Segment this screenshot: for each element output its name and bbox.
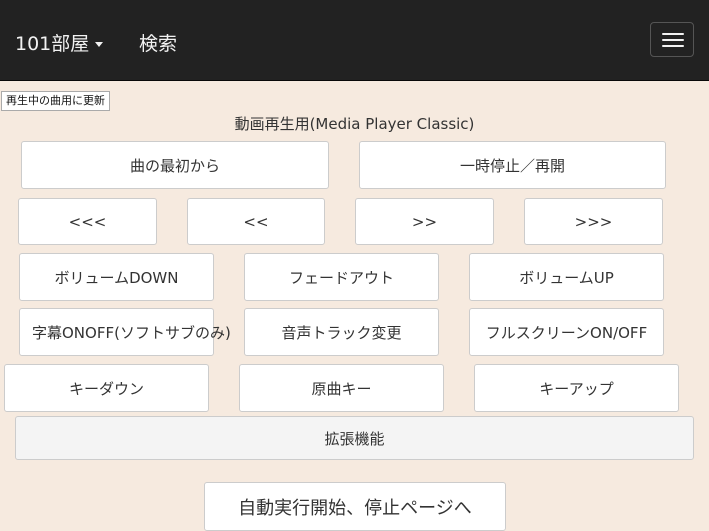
audio-track-button[interactable]: 音声トラック変更: [244, 308, 439, 356]
rewind-far-button[interactable]: <<<: [18, 198, 157, 245]
refresh-now-playing-button[interactable]: 再生中の曲用に更新: [1, 91, 110, 111]
menu-toggle-button[interactable]: [650, 22, 694, 57]
restart-song-button[interactable]: 曲の最初から: [21, 141, 329, 189]
rewind-button[interactable]: <<: [187, 198, 325, 245]
volume-up-button[interactable]: ボリュームUP: [469, 253, 664, 301]
forward-far-button[interactable]: >>>: [524, 198, 663, 245]
key-down-button[interactable]: キーダウン: [4, 364, 209, 412]
extensions-button[interactable]: 拡張機能: [15, 416, 694, 460]
room-label: 101部屋: [15, 33, 90, 55]
navbar: 101部屋 検索: [0, 0, 709, 81]
search-link[interactable]: 検索: [139, 29, 177, 56]
fade-out-button[interactable]: フェードアウト: [244, 253, 439, 301]
section-title: 動画再生用(Media Player Classic): [234, 115, 475, 133]
caret-down-icon: [95, 42, 104, 47]
original-key-button[interactable]: 原曲キー: [239, 364, 444, 412]
room-dropdown[interactable]: 101部屋: [15, 29, 104, 56]
auto-run-page-button[interactable]: 自動実行開始、停止ページへ: [204, 482, 506, 531]
volume-down-button[interactable]: ボリュームDOWN: [19, 253, 214, 301]
subtitle-toggle-button[interactable]: 字幕ONOFF(ソフトサブのみ): [19, 308, 231, 356]
forward-button[interactable]: >>: [355, 198, 494, 245]
pause-resume-button[interactable]: 一時停止／再開: [359, 141, 666, 189]
fullscreen-toggle-button[interactable]: フルスクリーンON/OFF: [469, 308, 664, 356]
key-up-button[interactable]: キーアップ: [474, 364, 679, 412]
